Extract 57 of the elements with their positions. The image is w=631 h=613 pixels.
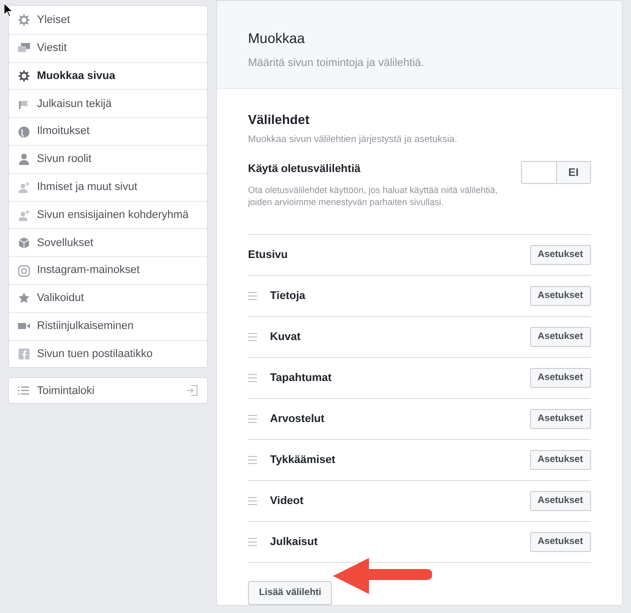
sidebar-item[interactable]: Muokkaa sivua xyxy=(9,62,207,90)
sidebar-item[interactable]: Valikoidut xyxy=(9,284,207,312)
settings-button[interactable]: Asetukset xyxy=(530,532,591,552)
settings-button[interactable]: Asetukset xyxy=(530,450,591,470)
add-tab-button[interactable]: Lisää välilehti xyxy=(248,581,332,605)
panel-subtitle: Määritä sivun toimintoja ja välilehtiä. xyxy=(248,56,426,71)
drag-handle-icon[interactable] xyxy=(248,332,257,341)
section-title: Välilehdet xyxy=(248,110,310,129)
sidebar-item[interactable]: Sivun roolit xyxy=(9,144,207,173)
camera-icon xyxy=(18,264,30,277)
sidebar-item[interactable]: Ihmiset ja muut sivut xyxy=(9,172,207,201)
sidebar-item[interactable]: Sivun ensisijainen kohderyhmä xyxy=(9,200,207,228)
square-logo-icon xyxy=(18,348,30,360)
exit-icon xyxy=(187,385,198,396)
settings-button[interactable]: Asetukset xyxy=(530,286,591,306)
drag-handle-icon[interactable] xyxy=(248,496,257,505)
settings-button[interactable]: Asetukset xyxy=(530,408,591,429)
drag-handle-icon[interactable] xyxy=(248,456,257,464)
settings-button[interactable]: Asetukset xyxy=(530,326,591,347)
tab-name: Kuvat xyxy=(270,330,302,345)
section-description: Muokkaa sivun välilehtien järjestystä ja asetuksia. xyxy=(248,133,458,148)
sidebar-item[interactable]: Viestit xyxy=(9,34,207,62)
sidebar-item[interactable]: Sivun tuen postilaatikko xyxy=(9,340,207,368)
toggle-switch[interactable]: EI xyxy=(521,161,591,184)
sidebar-item[interactable]: Julkaisun tekijä xyxy=(9,89,207,118)
person-plus-icon xyxy=(18,181,30,194)
settings-button[interactable]: Asetukset xyxy=(530,368,591,388)
activity-log-item[interactable]: Toimintaloki xyxy=(8,377,208,404)
tab-name: Julkaisut xyxy=(270,534,319,550)
sidebar-item[interactable]: Sovellukset xyxy=(9,228,207,256)
chat-bubbles-icon xyxy=(18,42,30,54)
sidebar-item[interactable]: Ristiinjulkaiseminen xyxy=(9,312,207,340)
settings-button[interactable]: Asetukset xyxy=(530,244,591,265)
sidebar-item[interactable]: Ilmoitukset xyxy=(9,117,207,145)
drag-handle-icon[interactable] xyxy=(248,538,257,546)
person-icon xyxy=(18,153,30,166)
tab-name: Tykkäämiset xyxy=(270,452,336,468)
settings-button[interactable]: Asetukset xyxy=(530,490,591,511)
list-icon xyxy=(18,386,29,396)
drag-handle-icon[interactable] xyxy=(248,414,257,423)
drag-handle-icon[interactable] xyxy=(248,374,257,382)
tab-name: Videot xyxy=(270,494,304,509)
sidebar-item[interactable]: Instagram-mainokset xyxy=(9,256,207,284)
tab-name: Tietoja xyxy=(270,288,306,304)
gear-icon xyxy=(18,70,30,82)
panel-title: Muokkaa xyxy=(248,29,306,48)
tab-name: Etusivu xyxy=(248,248,289,263)
gear-icon xyxy=(18,14,30,26)
setting-description: Ota oletusvälilehdet käyttöön, jos haluat käyttää niitä välilehtiä, joiden arvioimme menestyvän parhaiten sivullasi. xyxy=(248,184,499,208)
cube-icon xyxy=(18,236,30,249)
setting-label: Käytä oletusvälilehtiä xyxy=(248,162,362,178)
drag-handle-icon[interactable] xyxy=(248,292,257,300)
sidebar-item[interactable]: Yleiset xyxy=(9,6,207,34)
tab-name: Arvostelut xyxy=(270,412,326,427)
person-plus-icon xyxy=(18,208,30,221)
star-icon xyxy=(18,292,30,304)
tab-name: Tapahtumat xyxy=(270,370,333,386)
